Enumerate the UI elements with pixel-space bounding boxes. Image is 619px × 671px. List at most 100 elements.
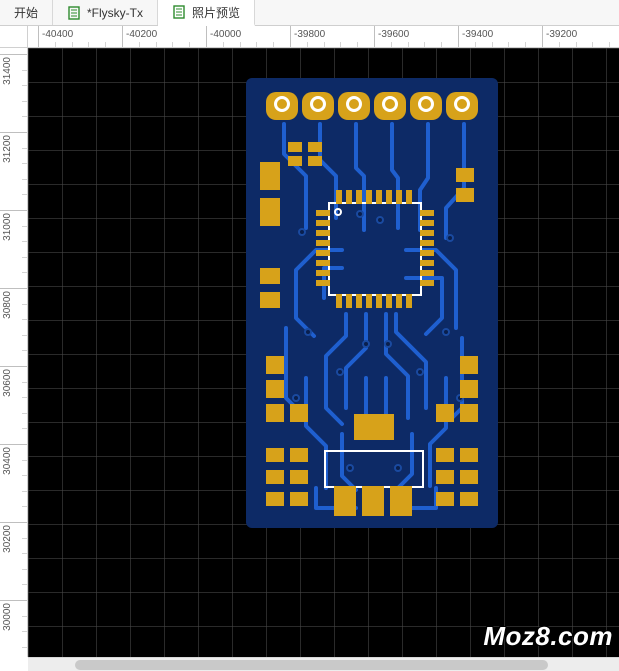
ic-pin	[316, 260, 330, 266]
ruler-corner	[0, 26, 28, 48]
smd-pad	[460, 404, 478, 422]
ic-pin	[316, 270, 330, 276]
ruler-tick: -40400	[38, 26, 39, 48]
ruler-tick: 31200	[0, 132, 28, 133]
ruler-label: -39200	[546, 29, 577, 40]
smd-pad	[266, 404, 284, 422]
tab-label: *Flysky-Tx	[87, 6, 143, 20]
ruler-tick: 30400	[0, 444, 28, 445]
smd-pad	[266, 470, 284, 484]
ic-pin	[420, 250, 434, 256]
ruler-tick: -39600	[374, 26, 375, 48]
component-outline	[324, 450, 424, 488]
design-canvas[interactable]: Moz8.com	[28, 48, 619, 657]
ruler-label: -40000	[210, 29, 241, 40]
ic-pin	[346, 294, 352, 308]
ruler-label: -40200	[126, 29, 157, 40]
tab-start[interactable]: 开始	[0, 0, 53, 25]
ruler-tick: 30800	[0, 288, 28, 289]
ic-pin	[366, 190, 372, 204]
smd-pad	[436, 492, 454, 506]
pad-hole-icon	[310, 96, 326, 112]
ic-pin	[356, 294, 362, 308]
smd-pad	[362, 486, 384, 516]
ic-pin	[396, 190, 402, 204]
ruler-tick: 30200	[0, 522, 28, 523]
smd-pad	[436, 448, 454, 462]
smd-pad	[354, 414, 394, 440]
via	[292, 394, 300, 402]
smd-pad	[456, 188, 474, 202]
smd-pad	[334, 486, 356, 516]
ic-pin	[420, 280, 434, 286]
workspace: -40400 -40200 -40000 -39800 -39600 -39400 -392…	[0, 26, 619, 671]
ic-pin	[406, 294, 412, 308]
tab-label: 照片预览	[192, 4, 240, 21]
smd-pad	[460, 380, 478, 398]
via	[346, 464, 354, 472]
smd-pad	[308, 156, 322, 166]
ruler-tick: -40200	[122, 26, 123, 48]
via	[304, 328, 312, 336]
ic-pin	[336, 294, 342, 308]
ic-pin	[316, 220, 330, 226]
via	[362, 340, 370, 348]
smd-pad	[436, 470, 454, 484]
via	[336, 368, 344, 376]
scrollbar-horizontal[interactable]	[28, 657, 619, 671]
ic-pin	[336, 190, 342, 204]
ruler-tick: 30000	[0, 600, 28, 601]
smd-pad	[260, 268, 280, 284]
ruler-tick: 30600	[0, 366, 28, 367]
ruler-label: 30000	[2, 603, 13, 631]
smd-pad	[460, 470, 478, 484]
via	[416, 368, 424, 376]
ic-pin	[420, 230, 434, 236]
smd-pad	[456, 168, 474, 182]
ruler-tick: -39800	[290, 26, 291, 48]
ruler-label: -39800	[294, 29, 325, 40]
smd-pad	[266, 356, 284, 374]
smd-pad	[308, 142, 322, 152]
scroll-thumb[interactable]	[75, 660, 548, 670]
ic-outline	[328, 202, 422, 296]
ic-pin	[386, 190, 392, 204]
ic-pin	[346, 190, 352, 204]
pad-hole-icon	[274, 96, 290, 112]
ic-pin	[316, 250, 330, 256]
ruler-label: 30800	[2, 291, 13, 319]
ruler-tick: -39400	[458, 26, 459, 48]
via	[298, 228, 306, 236]
smd-pad	[436, 404, 454, 422]
ic-pin	[316, 280, 330, 286]
smd-pad	[266, 492, 284, 506]
pad-hole-icon	[418, 96, 434, 112]
ruler-tick: -39200	[542, 26, 543, 48]
via	[376, 216, 384, 224]
via	[442, 328, 450, 336]
smd-pad	[290, 492, 308, 506]
document-icon	[172, 5, 186, 19]
ic-pin	[316, 240, 330, 246]
tab-photo-preview[interactable]: 照片预览	[158, 0, 255, 26]
ruler-tick: -40000	[206, 26, 207, 48]
smd-pad	[288, 142, 302, 152]
ruler-label: -39600	[378, 29, 409, 40]
ruler-horizontal[interactable]: -40400 -40200 -40000 -39800 -39600 -39400 -392…	[28, 26, 619, 48]
smd-pad	[260, 162, 280, 190]
ic-pin	[376, 190, 382, 204]
ruler-label: -40400	[42, 29, 73, 40]
smd-pad	[260, 198, 280, 226]
watermark-text: Moz8.com	[483, 621, 613, 652]
ic-pin	[406, 190, 412, 204]
ic-pin	[420, 260, 434, 266]
via	[446, 234, 454, 242]
ruler-tick: 31400	[0, 54, 28, 55]
ruler-label: 31200	[2, 135, 13, 163]
ic-pin	[420, 270, 434, 276]
ruler-label: 30600	[2, 369, 13, 397]
ruler-vertical[interactable]: 3140031200310003080030600304003020030000	[0, 48, 28, 657]
tab-flysky[interactable]: *Flysky-Tx	[53, 0, 158, 25]
ruler-label: -39400	[462, 29, 493, 40]
smd-pad	[290, 470, 308, 484]
